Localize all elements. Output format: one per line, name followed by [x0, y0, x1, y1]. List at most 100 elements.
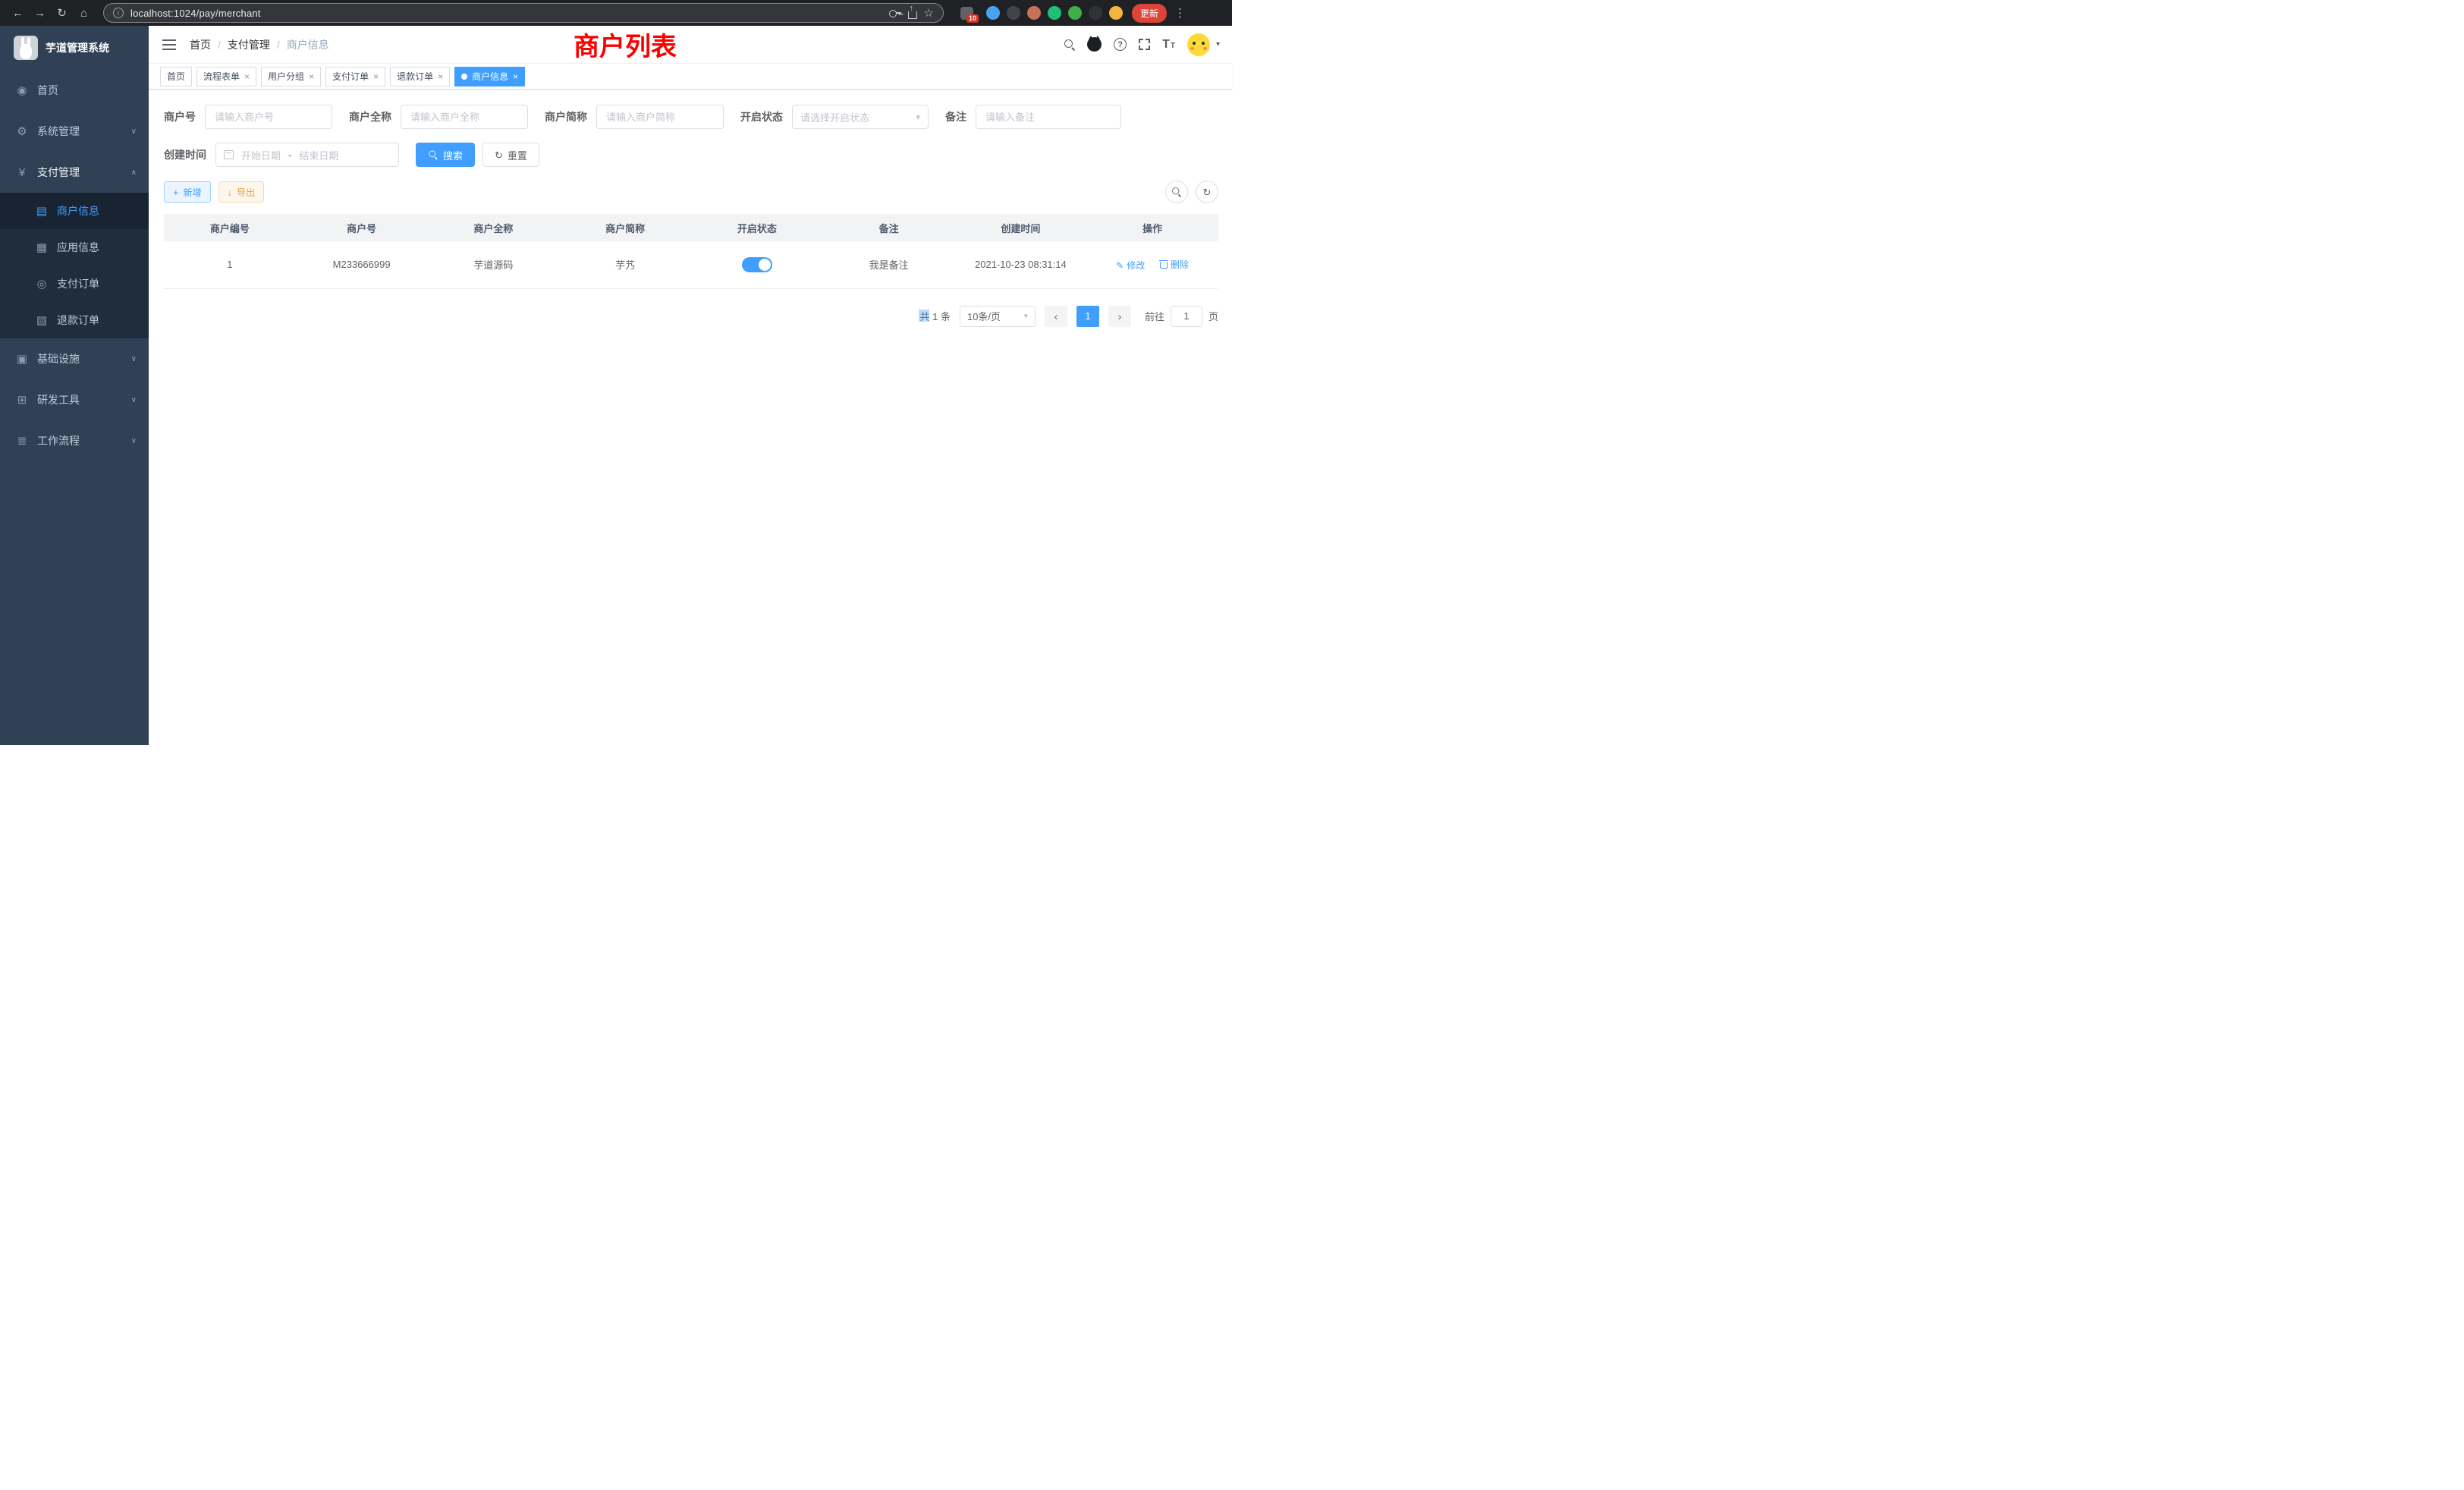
- browser-update-button[interactable]: 更新: [1132, 4, 1167, 23]
- help-icon[interactable]: ?: [1114, 38, 1127, 51]
- sidebar-item-refund-order[interactable]: ▧ 退款订单: [0, 302, 149, 338]
- filter-row-1: 商户号 商户全称 商户简称 开启状态 请选择开启状态 ▾ 备注: [164, 105, 1218, 129]
- payment-submenu: ▤ 商户信息 ▦ 应用信息 ◎ 支付订单 ▧ 退款订单: [0, 193, 149, 338]
- col-full-name: 商户全称: [428, 214, 560, 241]
- page-size-select[interactable]: 10条/页 ▾: [960, 306, 1036, 327]
- end-date-placeholder: 结束日期: [299, 148, 338, 162]
- forward-icon[interactable]: →: [30, 3, 50, 24]
- merchant-no-input[interactable]: [205, 105, 332, 129]
- next-page-button[interactable]: ›: [1108, 306, 1131, 327]
- tab-label: 首页: [167, 70, 185, 83]
- search-icon: [1172, 187, 1181, 196]
- edit-button[interactable]: ✎ 修改: [1116, 259, 1145, 272]
- refresh-icon: ↻: [495, 150, 503, 160]
- share-icon[interactable]: [908, 11, 917, 19]
- site-info-icon[interactable]: i: [113, 8, 124, 18]
- extension-icon-green[interactable]: [1048, 6, 1061, 20]
- sidebar-item-infrastructure[interactable]: ▣ 基础设施 ∨: [0, 338, 149, 379]
- sidebar-item-system[interactable]: ⚙ 系统管理 ∨: [0, 111, 149, 152]
- add-button[interactable]: + 新增: [164, 181, 211, 203]
- page-1-button[interactable]: 1: [1076, 306, 1099, 327]
- col-actions: 操作: [1086, 214, 1218, 241]
- delete-button[interactable]: 删除: [1160, 258, 1189, 271]
- col-remark: 备注: [823, 214, 955, 241]
- workflow-icon: ≣: [14, 434, 30, 448]
- tab-label: 商户信息: [472, 70, 508, 83]
- selection-highlight: [919, 310, 929, 322]
- sidebar-item-app-info[interactable]: ▦ 应用信息: [0, 229, 149, 266]
- close-icon[interactable]: ×: [244, 72, 250, 81]
- sidebar-item-pay-order[interactable]: ◎ 支付订单: [0, 266, 149, 302]
- close-icon[interactable]: ×: [438, 72, 443, 81]
- filter-label: 开启状态: [740, 109, 792, 124]
- extension-icon-orange[interactable]: [1027, 6, 1041, 20]
- close-icon[interactable]: ×: [309, 72, 314, 81]
- bookmark-star-icon[interactable]: ☆: [924, 6, 934, 20]
- tab-home[interactable]: 首页: [160, 67, 192, 86]
- export-button[interactable]: ↓ 导出: [218, 181, 265, 203]
- sidebar-item-dev-tools[interactable]: ⊞ 研发工具 ∨: [0, 379, 149, 420]
- avatar-caret-icon[interactable]: ▾: [1216, 40, 1220, 49]
- extension-icon-avatar[interactable]: [1109, 6, 1123, 20]
- font-size-icon[interactable]: TT: [1162, 39, 1175, 51]
- sidebar-item-payment[interactable]: ¥ 支付管理 ∧: [0, 152, 149, 193]
- url-text[interactable]: localhost:1024/pay/merchant: [130, 8, 882, 19]
- refund-icon: ▧: [33, 313, 50, 327]
- back-icon[interactable]: ←: [8, 3, 28, 24]
- goto-page-input[interactable]: [1171, 306, 1202, 327]
- tab-user-group[interactable]: 用户分组 ×: [261, 67, 321, 86]
- hamburger-icon[interactable]: [162, 39, 176, 50]
- sidebar-item-home[interactable]: ◉ 首页: [0, 70, 149, 111]
- chevron-down-icon: ∨: [131, 396, 137, 404]
- short-name-input[interactable]: [596, 105, 724, 129]
- refresh-table-button[interactable]: ↻: [1196, 181, 1218, 203]
- prev-page-button[interactable]: ‹: [1045, 306, 1067, 327]
- search-button[interactable]: 搜索: [416, 143, 475, 167]
- remark-input[interactable]: [976, 105, 1121, 129]
- filter-remark: 备注: [945, 105, 1121, 129]
- chevron-up-icon: ∧: [131, 168, 137, 177]
- breadcrumb: 首页 / 支付管理 / 商户信息: [190, 37, 329, 52]
- password-key-icon[interactable]: [889, 9, 901, 17]
- calendar-icon: [224, 150, 234, 159]
- toggle-search-button[interactable]: [1165, 181, 1188, 203]
- user-avatar[interactable]: [1187, 33, 1210, 56]
- tab-merchant-info[interactable]: 商户信息 ×: [454, 67, 525, 86]
- close-icon[interactable]: ×: [513, 72, 518, 81]
- close-icon[interactable]: ×: [373, 72, 379, 81]
- extension-icon-blue[interactable]: [986, 6, 1000, 20]
- browser-menu-icon[interactable]: ⋮: [1174, 6, 1186, 20]
- tab-process-form[interactable]: 流程表单 ×: [196, 67, 256, 86]
- extension-icon-gray[interactable]: [1007, 6, 1020, 20]
- tab-pay-order[interactable]: 支付订单 ×: [325, 67, 385, 86]
- extension-icon-dark[interactable]: [1089, 6, 1102, 20]
- fullscreen-icon[interactable]: [1139, 39, 1150, 50]
- github-icon[interactable]: [1087, 37, 1102, 52]
- cell-short-name: 芋艿: [559, 241, 691, 288]
- tab-refund-order[interactable]: 退款订单 ×: [390, 67, 450, 86]
- select-placeholder: 请选择开启状态: [800, 110, 869, 124]
- reset-button[interactable]: ↻ 重置: [482, 143, 539, 167]
- sidebar-item-workflow[interactable]: ≣ 工作流程 ∨: [0, 420, 149, 461]
- status-toggle[interactable]: [742, 257, 772, 272]
- status-select[interactable]: 请选择开启状态 ▾: [792, 105, 929, 129]
- dashboard-icon: ◉: [14, 83, 30, 97]
- breadcrumb-payment[interactable]: 支付管理: [228, 37, 270, 52]
- add-button-label: 新增: [184, 186, 202, 199]
- extension-icon-leaf[interactable]: [1068, 6, 1082, 20]
- home-icon[interactable]: ⌂: [74, 3, 94, 24]
- date-range-picker[interactable]: 开始日期 - 结束日期: [215, 143, 399, 167]
- extension-badge: 10: [966, 14, 979, 23]
- extensions-icon[interactable]: 10: [960, 7, 973, 20]
- sidebar-item-merchant-info[interactable]: ▤ 商户信息: [0, 193, 149, 229]
- app-grid-icon: ▦: [33, 240, 50, 254]
- tab-label: 用户分组: [268, 70, 304, 83]
- tab-label: 支付订单: [332, 70, 369, 83]
- breadcrumb-home[interactable]: 首页: [190, 37, 211, 52]
- reload-icon[interactable]: ↻: [52, 3, 72, 24]
- search-icon[interactable]: [1064, 39, 1075, 50]
- full-name-input[interactable]: [401, 105, 528, 129]
- search-button-label: 搜索: [443, 148, 463, 162]
- address-bar[interactable]: i localhost:1024/pay/merchant ☆: [103, 3, 944, 23]
- filter-merchant-no: 商户号: [164, 105, 332, 129]
